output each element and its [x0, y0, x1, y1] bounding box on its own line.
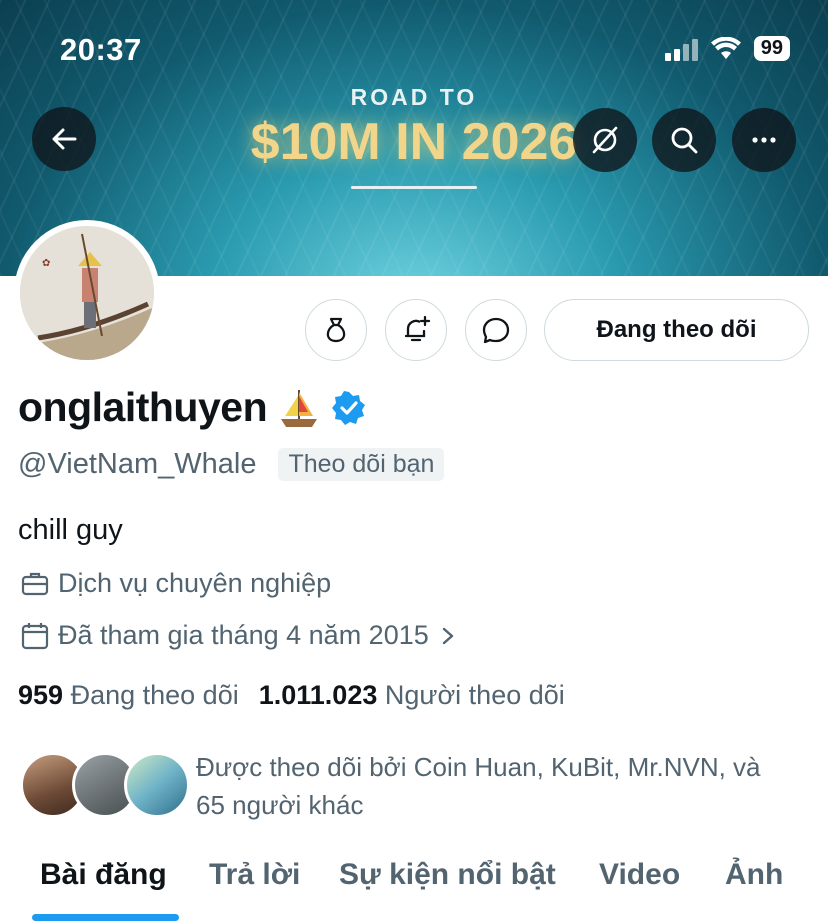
grok-icon [592, 126, 618, 154]
profile-tabs: Bài đăng Trả lời Sự kiện nổi bật Video Ả… [0, 838, 828, 921]
calendar-icon [21, 622, 49, 649]
battery-indicator: 99 [753, 36, 790, 61]
display-name: onglaithuyen [18, 384, 268, 430]
profile-avatar[interactable]: ✿ [14, 220, 160, 366]
back-button[interactable] [32, 107, 96, 171]
tab-video[interactable]: Video [599, 858, 680, 892]
handle-row: @VietNam_Whale Theo dõi bạn [18, 448, 445, 481]
followed-by-line1: Được theo dõi bởi Coin Huan, KuBit, Mr.N… [196, 752, 761, 782]
handle: @VietNam_Whale [18, 448, 257, 480]
bell-plus-icon [404, 315, 431, 342]
follow-stats: 959 Đang theo dõi 1.011.023 Người theo d… [18, 680, 565, 711]
status-time: 20:37 [60, 32, 142, 67]
bio: chill guy [18, 514, 123, 546]
following-stat[interactable]: 959 Đang theo dõi [18, 680, 239, 711]
active-tab-indicator [32, 914, 179, 921]
back-arrow-icon [52, 128, 77, 150]
status-indicators: 99 [664, 36, 790, 61]
followers-stat[interactable]: 1.011.023 Người theo dõi [259, 680, 565, 711]
search-button[interactable] [652, 108, 716, 172]
money-bag-icon [326, 317, 346, 343]
category-text: Dịch vụ chuyên nghiệp [58, 568, 332, 598]
tab-photos[interactable]: Ảnh [725, 858, 783, 892]
followers-label: Người theo dõi [384, 680, 565, 710]
followed-by-text: Được theo dõi bởi Coin Huan, KuBit, Mr.N… [196, 748, 826, 824]
message-button[interactable] [465, 299, 527, 361]
chevron-right-icon [442, 627, 453, 644]
following-count: 959 [18, 680, 64, 710]
sailboat-icon [281, 389, 318, 427]
wifi-icon [710, 36, 741, 59]
search-icon [671, 127, 698, 154]
verified-badge-icon [332, 390, 366, 425]
grok-button[interactable] [573, 108, 637, 172]
tip-button[interactable] [305, 299, 367, 361]
follower-avatar [124, 752, 190, 818]
follows-you-badge: Theo dõi bạn [278, 448, 445, 481]
message-icon [482, 317, 510, 344]
more-button[interactable] [732, 108, 796, 172]
following-label: Đang theo dõi [70, 680, 239, 710]
following-button[interactable]: Đang theo dõi [544, 299, 809, 361]
cellular-signal-icon [664, 37, 698, 61]
banner-divider [351, 186, 477, 189]
briefcase-icon [21, 572, 49, 595]
avatar-image: ✿ [20, 226, 154, 360]
more-icon [752, 137, 776, 143]
joined-row[interactable]: Đã tham gia tháng 4 năm 2015 [20, 620, 459, 651]
tab-posts[interactable]: Bài đăng [40, 858, 167, 892]
display-name-row: onglaithuyen [18, 384, 367, 431]
followers-count: 1.011.023 [258, 680, 378, 710]
svg-text:✿: ✿ [42, 258, 50, 269]
notify-button[interactable] [385, 299, 447, 361]
joined-text: Đã tham gia tháng 4 năm 2015 [58, 620, 429, 650]
category-row: Dịch vụ chuyên nghiệp [20, 568, 331, 599]
avatar-painting: ✿ [20, 226, 154, 360]
banner-subtitle: ROAD TO [350, 84, 478, 110]
followed-by-line2: 65 người khác [196, 790, 364, 820]
tab-replies[interactable]: Trả lời [209, 858, 300, 892]
tab-highlights[interactable]: Sự kiện nổi bật [339, 858, 556, 892]
